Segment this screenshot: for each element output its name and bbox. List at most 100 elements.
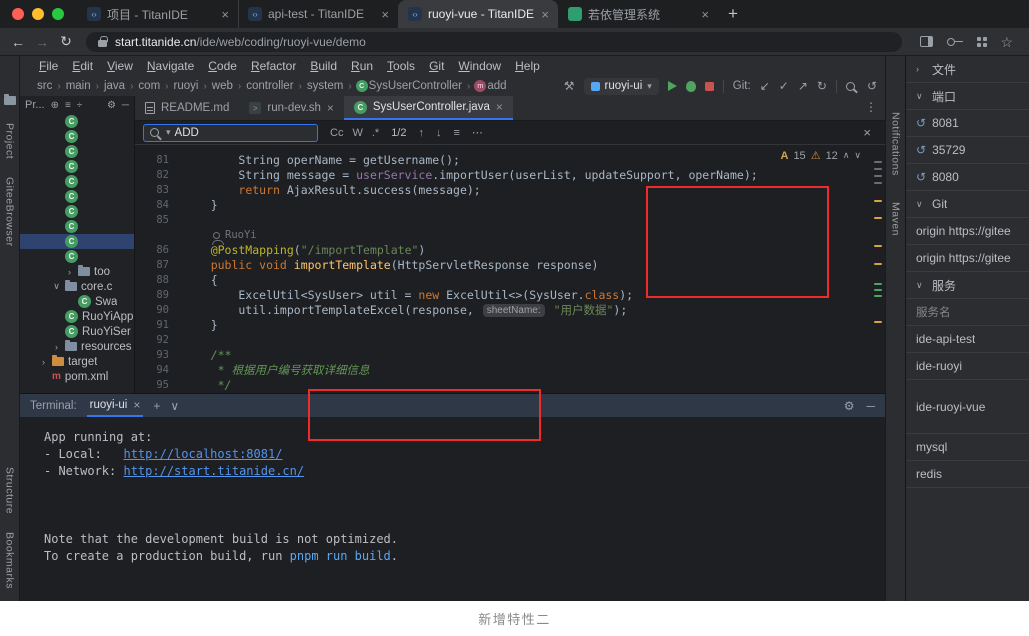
stop-button[interactable] (705, 82, 714, 91)
drawer-service-row[interactable]: mysql (906, 434, 1029, 461)
drawer-service-row[interactable]: ide-api-test (906, 326, 1029, 353)
run-config-selector[interactable]: ruoyi-ui ▾ (584, 78, 659, 95)
terminal-settings-icon[interactable]: ⚙ (844, 399, 855, 413)
more-options-icon[interactable]: ⋮ (857, 96, 885, 120)
breadcrumb-item[interactable]: java (103, 80, 126, 92)
project-tree-row[interactable]: ›too (20, 264, 134, 279)
project-tree-row[interactable]: C (20, 159, 134, 174)
password-key-icon[interactable] (947, 38, 955, 46)
menu-navigate[interactable]: Navigate (140, 59, 201, 73)
next-problem-icon[interactable]: ∨ (854, 150, 861, 161)
drawer-section-header[interactable]: ∨端口 (906, 83, 1029, 110)
tab-close-icon[interactable]: × (221, 7, 229, 22)
menu-view[interactable]: View (100, 59, 140, 73)
menu-build[interactable]: Build (303, 59, 344, 73)
minimize-window-button[interactable] (32, 8, 44, 20)
hide-panel-icon[interactable]: ─ (122, 100, 129, 111)
inspections-widget[interactable]: A15⚠12∧∨ (780, 149, 861, 162)
git-update-icon[interactable]: ↙ (760, 80, 770, 92)
project-tree-row[interactable]: ›target (20, 354, 134, 369)
drawer-text-row[interactable]: origin https://gitee (906, 245, 1029, 272)
menu-code[interactable]: Code (201, 59, 244, 73)
search-history-icon[interactable]: ▾ (166, 127, 171, 138)
debug-button[interactable] (686, 81, 696, 92)
regex-toggle[interactable]: .* (372, 127, 379, 139)
breadcrumb-item[interactable]: system (306, 80, 344, 92)
breadcrumb-item[interactable]: web (211, 80, 234, 92)
editor-tab[interactable]: README.md (135, 96, 239, 120)
breadcrumb-item[interactable]: src (36, 80, 53, 92)
breadcrumb-item[interactable]: SysUserController (368, 80, 463, 92)
tab-close-icon[interactable]: × (327, 101, 334, 115)
terminal-link[interactable]: http://localhost:8081/ (123, 447, 282, 461)
extensions-icon[interactable] (977, 37, 981, 41)
forward-button[interactable]: → (30, 34, 54, 50)
tool-window-notifications[interactable]: Notifications (890, 112, 902, 176)
drawer-service-row[interactable]: redis (906, 461, 1029, 488)
editor-tab[interactable]: >run-dev.sh× (239, 96, 344, 120)
new-tab-button[interactable]: + (718, 4, 750, 28)
build-hammer-icon[interactable]: ⚒ (564, 80, 575, 92)
hide-terminal-icon[interactable]: ─ (866, 399, 875, 413)
browser-tab[interactable]: ‹›ruoyi-vue - TitanIDE× (398, 0, 558, 28)
editor-scrollbar[interactable] (871, 145, 885, 393)
git-push-icon[interactable]: ↗ (798, 80, 808, 92)
git-commit-icon[interactable]: ✓ (779, 80, 789, 92)
next-match-icon[interactable]: ↓ (436, 127, 442, 139)
project-tree-row[interactable]: C (20, 219, 134, 234)
project-tree-row[interactable]: C (20, 234, 134, 249)
breadcrumb-item[interactable]: main (65, 80, 92, 92)
project-tree-row[interactable]: C (20, 249, 134, 264)
terminal-tab[interactable]: ruoyi-ui × (87, 394, 144, 417)
maximize-window-button[interactable] (52, 8, 64, 20)
previous-match-icon[interactable]: ↑ (418, 127, 424, 139)
tab-close-icon[interactable]: × (381, 7, 389, 22)
menu-git[interactable]: Git (422, 59, 451, 73)
breadcrumb-item[interactable]: add (486, 80, 507, 92)
tool-window-project[interactable]: Project (4, 123, 16, 159)
previous-problem-icon[interactable]: ∧ (843, 150, 850, 161)
menu-window[interactable]: Window (451, 59, 508, 73)
project-tree-row[interactable]: C (20, 129, 134, 144)
drawer-section-header[interactable]: ∨服务 (906, 272, 1029, 299)
reload-button[interactable]: ↻ (54, 33, 78, 50)
drawer-port-row[interactable]: ↺8080 (906, 164, 1029, 191)
menu-tools[interactable]: Tools (380, 59, 422, 73)
tool-window-giteebrowser[interactable]: GiteeBrowser (4, 177, 16, 247)
project-tree-row[interactable]: C (20, 204, 134, 219)
close-find-icon[interactable]: × (863, 125, 877, 140)
select-all-matches-icon[interactable]: ≡ (453, 127, 459, 139)
locate-file-icon[interactable]: ⊕ (51, 100, 59, 111)
drawer-port-row[interactable]: ↺35729 (906, 137, 1029, 164)
collapse-all-icon[interactable]: ÷ (77, 100, 83, 111)
close-window-button[interactable] (12, 8, 24, 20)
undo-icon[interactable]: ↺ (867, 80, 877, 92)
drawer-service-row[interactable]: ide-ruoyi (906, 353, 1029, 380)
tool-window-bookmarks[interactable]: Bookmarks (4, 532, 16, 589)
terminal-link[interactable]: http://start.titanide.cn/ (123, 464, 304, 478)
bookmark-star-icon[interactable]: ☆ (1000, 35, 1013, 49)
project-tree-row[interactable]: C (20, 114, 134, 129)
project-tree-row[interactable]: ›resources (20, 339, 134, 354)
menu-file[interactable]: File (32, 59, 65, 73)
project-tree-row[interactable]: C (20, 174, 134, 189)
drawer-text-row[interactable]: origin https://gitee (906, 218, 1029, 245)
breadcrumb-item[interactable]: controller (245, 80, 294, 92)
editor-tab[interactable]: CSysUserController.java× (344, 96, 513, 120)
terminal-dropdown-icon[interactable]: ∨ (170, 399, 179, 413)
browser-tab[interactable]: ‹›api-test - TitanIDE× (238, 0, 398, 28)
project-folder-icon[interactable] (4, 96, 16, 105)
panel-settings-icon[interactable]: ⚙ (107, 100, 116, 111)
close-terminal-tab-icon[interactable]: × (133, 398, 140, 412)
project-tree-row[interactable]: CRuoYiApp (20, 309, 134, 324)
drawer-port-row[interactable]: ↺8081 (906, 110, 1029, 137)
drawer-section-header[interactable]: ›文件 (906, 56, 1029, 83)
side-panel-icon[interactable] (920, 36, 933, 47)
menu-run[interactable]: Run (344, 59, 380, 73)
tab-close-icon[interactable]: × (541, 7, 549, 22)
drawer-service-row[interactable]: ide-ruoyi-vue (906, 380, 1029, 434)
project-tree-row[interactable]: mpom.xml (20, 369, 134, 384)
breadcrumb-item[interactable]: ruoyi (173, 80, 200, 92)
back-button[interactable]: ← (6, 34, 30, 50)
project-tree-row[interactable]: C (20, 189, 134, 204)
